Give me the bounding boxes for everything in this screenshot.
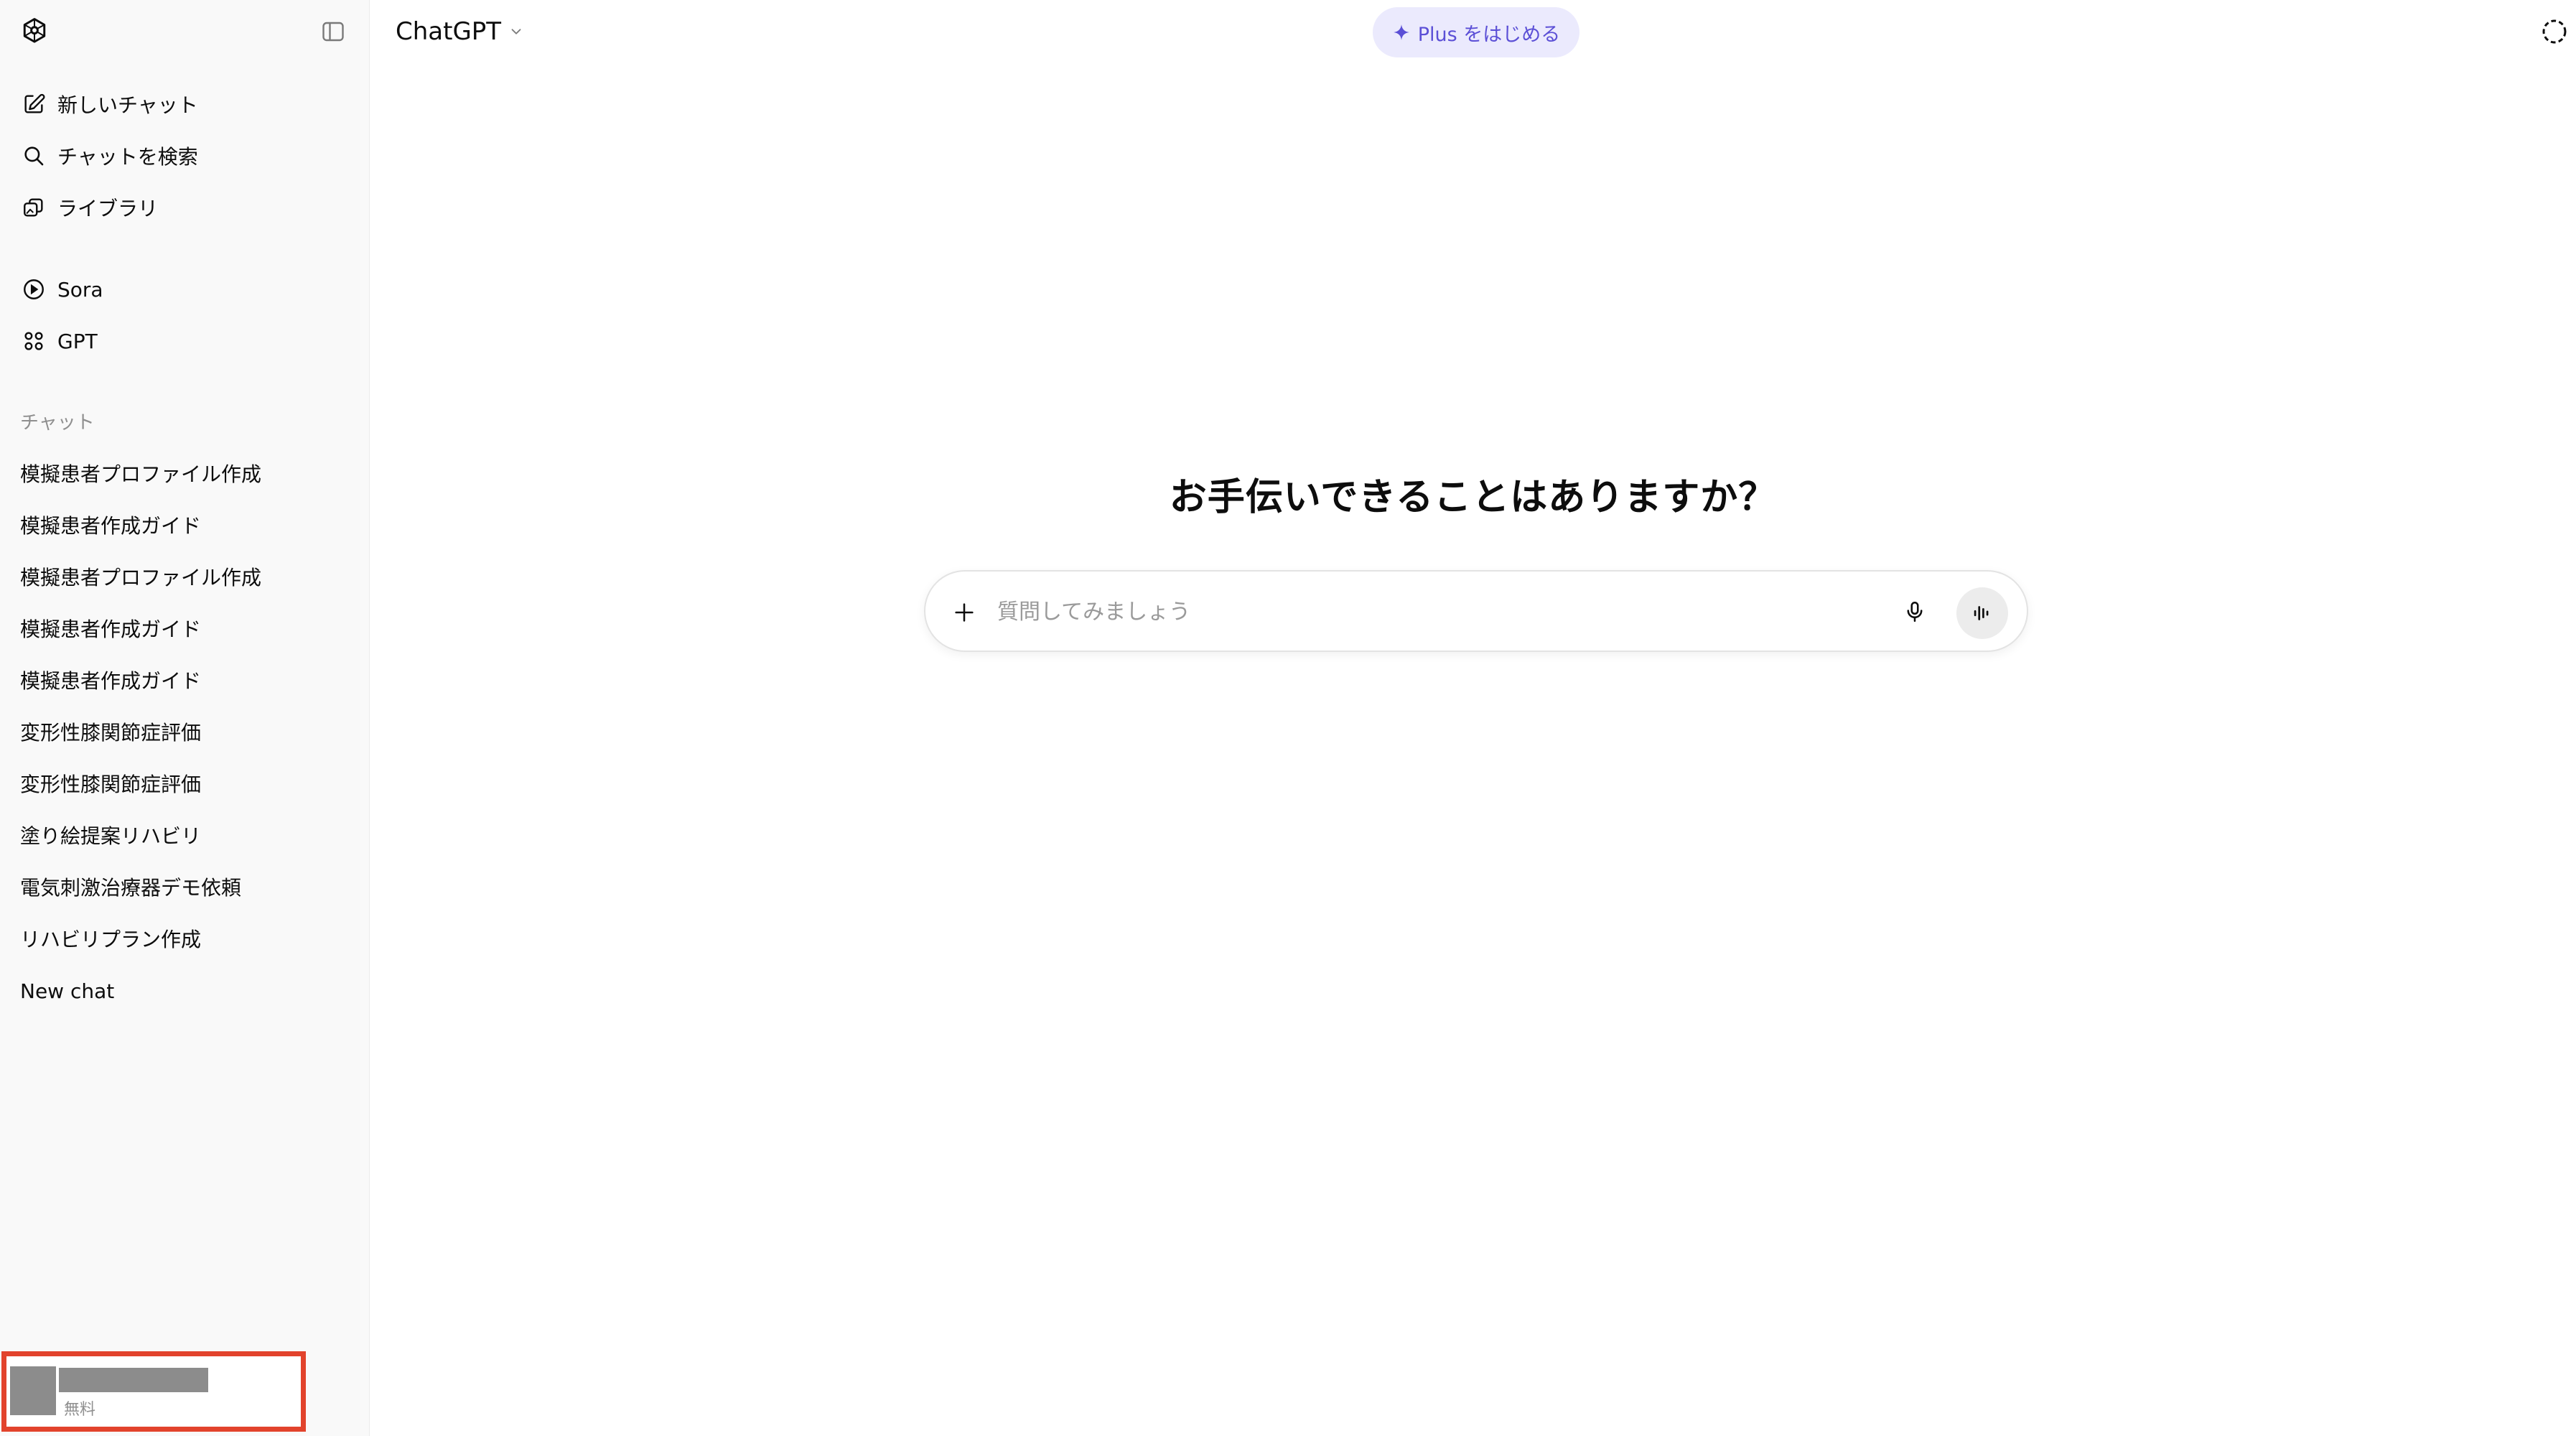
- search-chats-button[interactable]: チャットを検索: [10, 134, 359, 178]
- sidebar-item-gpt[interactable]: GPT: [10, 319, 359, 363]
- chat-history-item[interactable]: 電気刺激治療器デモ依頼: [10, 864, 359, 909]
- chevron-down-icon: [511, 29, 521, 34]
- chat-title: 模擬患者作成ガイド: [20, 617, 202, 641]
- chat-history-item[interactable]: New chat: [10, 969, 359, 1013]
- search-chats-label: チャットを検索: [57, 145, 198, 169]
- chat-history-item[interactable]: 模擬患者プロファイル作成: [10, 451, 359, 495]
- chat-title: New chat: [20, 979, 115, 1003]
- library-label: ライブラリ: [57, 197, 159, 220]
- gpt-label: GPT: [57, 329, 98, 353]
- microphone-icon: [1907, 601, 1923, 623]
- chat-title: 模擬患者プロファイル作成: [20, 566, 262, 589]
- chat-title: 模擬患者作成ガイド: [20, 669, 202, 693]
- voice-mode-button[interactable]: [1956, 587, 2008, 639]
- temporary-chat-icon[interactable]: [2540, 17, 2569, 46]
- search-icon: [20, 142, 47, 169]
- upgrade-plus-button[interactable]: Plus をはじめる: [1373, 7, 1579, 57]
- sparkle-icon: [1393, 24, 1409, 40]
- chat-history-item[interactable]: リハビリプラン作成: [10, 916, 359, 961]
- main-panel: ChatGPT Plus をはじめる お手伝いできることはありますか？: [370, 0, 2576, 1436]
- sidebar-header: [0, 0, 370, 63]
- play-circle-icon: [20, 276, 47, 303]
- chat-history-item[interactable]: 模擬患者作成ガイド: [10, 503, 359, 547]
- openai-logo-icon[interactable]: [19, 16, 50, 47]
- voice-waveform-icon: [1974, 606, 1989, 620]
- user-account-menu[interactable]: 無料: [1, 1351, 306, 1432]
- chat-history-item[interactable]: 変形性膝関節症評価: [10, 709, 359, 754]
- chat-history-item[interactable]: 変形性膝関節症評価: [10, 761, 359, 806]
- prompt-input[interactable]: [997, 590, 1859, 633]
- plus-icon: [955, 603, 974, 622]
- app-window: 新しいチャット チャットを検索 ライブラリ Sora GPT チャット 模擬患者…: [0, 0, 2576, 1436]
- new-chat-icon: [20, 90, 47, 118]
- chat-history-item[interactable]: 模擬患者作成ガイド: [10, 606, 359, 651]
- user-name-redacted: [59, 1368, 208, 1392]
- chat-title: 模擬患者プロファイル作成: [20, 462, 262, 486]
- sidebar-toggle-icon[interactable]: [320, 19, 346, 45]
- sidebar-item-sora[interactable]: Sora: [10, 267, 359, 312]
- sora-label: Sora: [57, 277, 103, 302]
- chat-title: 塗り絵提案リハビリ: [20, 824, 202, 848]
- chat-title: 変形性膝関節症評価: [20, 773, 202, 796]
- new-chat-label: 新しいチャット: [57, 93, 198, 117]
- welcome-headline: お手伝いできることはありますか？: [1169, 476, 1777, 519]
- dictate-button[interactable]: [1898, 595, 1931, 628]
- model-name: ChatGPT: [396, 17, 502, 46]
- chat-history-item[interactable]: 模擬患者作成ガイド: [10, 658, 359, 702]
- chat-title: 電気刺激治療器デモ依頼: [20, 876, 242, 900]
- library-button[interactable]: ライブラリ: [10, 185, 359, 230]
- chat-title: 変形性膝関節症評価: [20, 721, 202, 745]
- attach-button[interactable]: [948, 597, 980, 628]
- model-selector[interactable]: ChatGPT: [396, 13, 524, 50]
- sidebar: 新しいチャット チャットを検索 ライブラリ Sora GPT チャット 模擬患者…: [0, 0, 370, 1436]
- chat-title: リハビリプラン作成: [20, 928, 202, 951]
- composer: [924, 570, 2028, 652]
- chats-section-title: チャット: [20, 412, 95, 434]
- avatar: [10, 1366, 56, 1415]
- user-plan-label: 無料: [64, 1401, 96, 1419]
- chat-history-item[interactable]: 塗り絵提案リハビリ: [10, 813, 359, 857]
- library-icon: [20, 194, 47, 221]
- new-chat-button[interactable]: 新しいチャット: [10, 82, 359, 126]
- chat-title: 模擬患者作成ガイド: [20, 514, 202, 538]
- gpt-grid-icon: [20, 327, 47, 355]
- upgrade-label: Plus をはじめる: [1417, 23, 1561, 46]
- chat-history-item[interactable]: 模擬患者プロファイル作成: [10, 554, 359, 599]
